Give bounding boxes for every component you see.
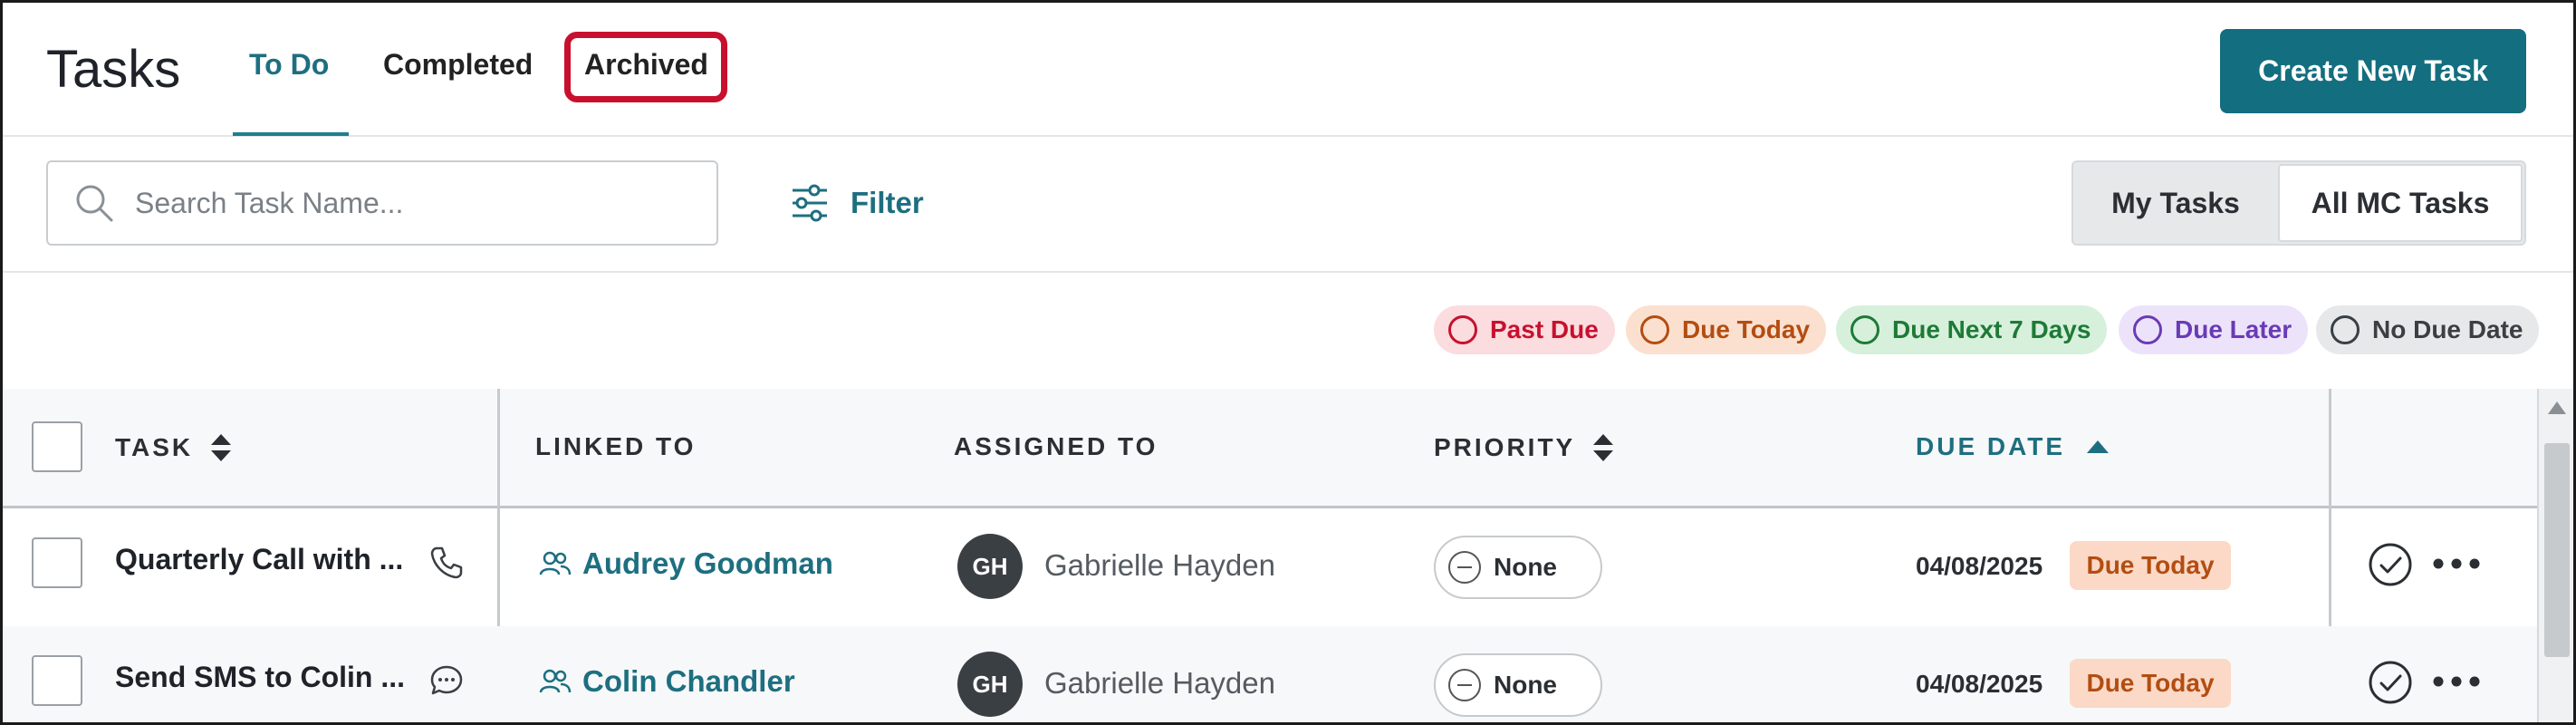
legend-no-due-date: No Due Date (2316, 305, 2540, 354)
avatar: GH (957, 652, 1023, 717)
column-linked-to: LINKED TO (535, 432, 697, 460)
complete-check-icon[interactable] (2367, 541, 2414, 588)
filter-sliders-icon (793, 184, 827, 222)
my-tasks-toggle[interactable]: My Tasks (2073, 162, 2278, 244)
scrollbar-thumb[interactable] (2544, 443, 2570, 657)
app-frame: Tasks To Do Completed Archived Create Ne… (0, 0, 2576, 725)
search-icon (76, 185, 113, 222)
filter-label: Filter (851, 186, 924, 219)
vertical-scrollbar[interactable] (2537, 389, 2573, 722)
tab-completed[interactable]: Completed (383, 48, 533, 82)
minus-circle-icon (1448, 551, 1481, 584)
column-due-date[interactable]: DUE DATE (1916, 432, 2110, 461)
linked-contact-link[interactable]: Colin Chandler (539, 664, 795, 699)
task-name[interactable]: Quarterly Call with ... (115, 543, 403, 576)
table-row[interactable]: Quarterly Call with ... Audrey Goodman G… (3, 508, 2537, 626)
page-title: Tasks (46, 40, 181, 99)
legend-due-next-7-days: Due Next 7 Days (1836, 305, 2108, 354)
filter-button[interactable]: Filter (789, 182, 924, 224)
sort-icon (211, 434, 232, 461)
column-task[interactable]: TASK (115, 432, 233, 463)
due-status-badge: Due Today (2070, 541, 2231, 590)
sms-bubble-icon (430, 665, 463, 695)
due-date: 04/08/2025 (1916, 670, 2043, 698)
linked-contact-link[interactable]: Audrey Goodman (539, 546, 833, 581)
status-dot-icon (2133, 315, 2162, 344)
active-tab-underline (233, 132, 349, 136)
status-dot-icon (2331, 315, 2360, 344)
assignee-name: Gabrielle Hayden (1044, 548, 1275, 582)
all-mc-tasks-toggle[interactable]: All MC Tasks (2278, 164, 2523, 242)
people-icon (539, 669, 572, 693)
search-input[interactable] (135, 186, 678, 220)
complete-check-icon[interactable] (2367, 659, 2414, 706)
legend-due-later: Due Later (2119, 305, 2309, 354)
task-name[interactable]: Send SMS to Colin ... (115, 661, 405, 694)
people-icon (539, 551, 572, 575)
assignee-name: Gabrielle Hayden (1044, 666, 1275, 700)
row-checkbox[interactable] (32, 537, 82, 588)
avatar: GH (957, 534, 1023, 599)
column-assigned-to: ASSIGNED TO (954, 432, 1158, 460)
archived-tab-highlight (564, 32, 727, 102)
column-priority[interactable]: PRIORITY (1434, 432, 1615, 463)
minus-circle-icon (1448, 669, 1481, 701)
row-checkbox[interactable] (32, 655, 82, 706)
sort-icon (1593, 434, 1614, 461)
select-all-checkbox[interactable] (32, 421, 82, 472)
table-row[interactable]: Send SMS to Colin ... Colin Chandler GH … (3, 626, 2537, 722)
legend-due-today: Due Today (1626, 305, 1827, 354)
status-dot-icon (1850, 315, 1879, 344)
task-scope-toggle: My Tasks All MC Tasks (2071, 160, 2526, 246)
scroll-up-arrow-icon[interactable] (2548, 401, 2566, 414)
toolbar: Filter My Tasks All MC Tasks (3, 137, 2573, 273)
status-dot-icon (1640, 315, 1669, 344)
legend-past-due: Past Due (1434, 305, 1615, 354)
sort-ascending-icon (2087, 440, 2110, 453)
due-status-badge: Due Today (2070, 659, 2231, 708)
priority-pill[interactable]: None (1434, 653, 1602, 717)
tab-to-do[interactable]: To Do (249, 48, 329, 82)
search-box[interactable] (46, 160, 718, 246)
due-date: 04/08/2025 (1916, 552, 2043, 580)
phone-icon (430, 546, 463, 579)
status-dot-icon (1448, 315, 1477, 344)
more-options-icon[interactable] (2432, 556, 2481, 572)
create-new-task-button[interactable]: Create New Task (2220, 29, 2526, 113)
page-header: Tasks To Do Completed Archived Create Ne… (3, 3, 2573, 137)
table-header: TASK LINKED TO ASSIGNED TO PRIORITY DUE … (3, 389, 2537, 508)
priority-pill[interactable]: None (1434, 536, 1602, 599)
more-options-icon[interactable] (2432, 673, 2481, 690)
